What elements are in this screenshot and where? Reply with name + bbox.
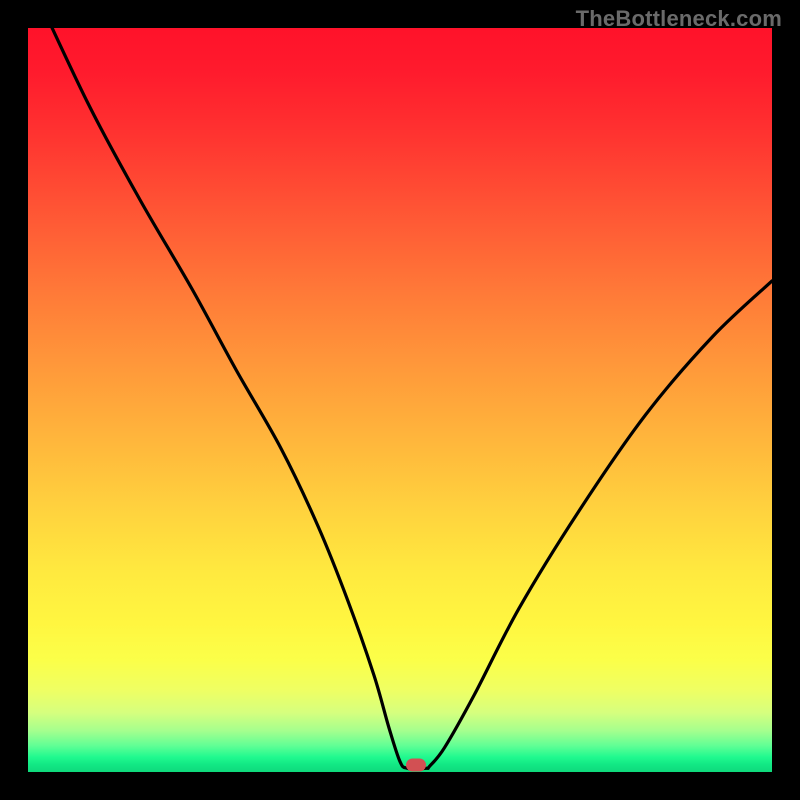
chart-frame: TheBottleneck.com <box>0 0 800 800</box>
bottleneck-curve <box>28 28 772 772</box>
watermark-text: TheBottleneck.com <box>576 6 782 32</box>
optimum-marker <box>406 759 426 772</box>
plot-area <box>28 28 772 772</box>
